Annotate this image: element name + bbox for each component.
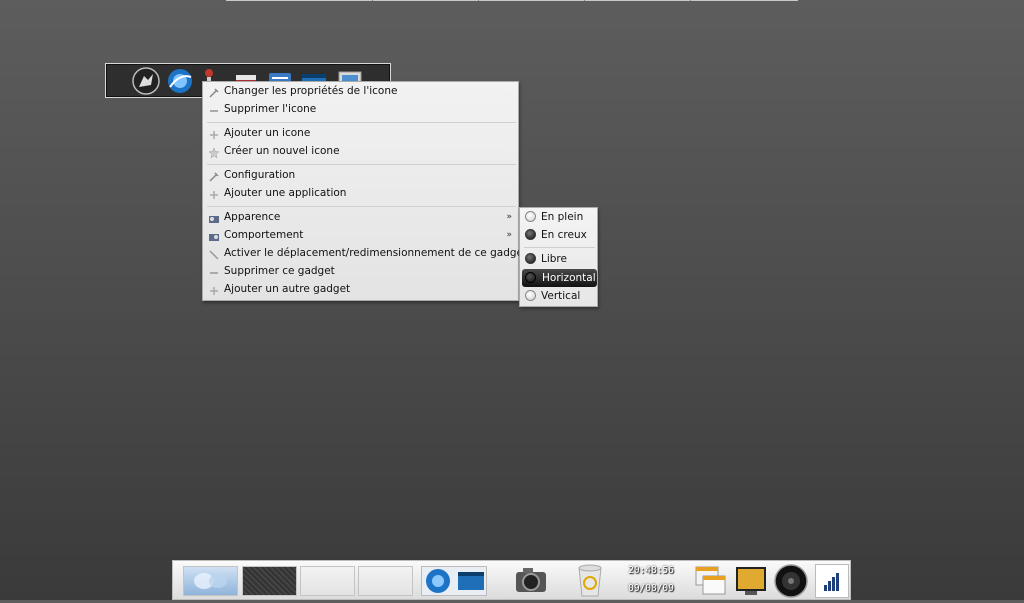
- bottom-dock: [172, 560, 851, 600]
- appearance-icon: [209, 212, 219, 223]
- menu-item-label: Apparence: [224, 211, 281, 223]
- desktop-switcher-4[interactable]: [358, 566, 413, 596]
- menu-item-add-application[interactable]: Ajouter une application: [203, 184, 518, 202]
- menu-separator: [207, 122, 516, 123]
- menu-item-add-icon[interactable]: Ajouter un icone: [203, 124, 518, 142]
- menu-item-label: Configuration: [224, 169, 296, 181]
- radio-checked-icon[interactable]: [525, 253, 536, 264]
- desktop-switcher-1[interactable]: [183, 566, 238, 596]
- menu-separator: [207, 206, 516, 207]
- menu-item-label: Comportement: [224, 229, 304, 241]
- remove-icon: [209, 104, 219, 114]
- menu-item-add-other-gadget[interactable]: Ajouter un autre gadget: [203, 280, 518, 298]
- network-signal-icon[interactable]: [815, 564, 849, 598]
- menu-item-create-icon[interactable]: Créer un nouvel icone: [203, 142, 518, 160]
- menu-item-label: Créer un nouvel icone: [224, 145, 340, 157]
- radio-unchecked-icon[interactable]: [525, 211, 536, 222]
- add-icon: [209, 284, 219, 295]
- menu-item-label: Ajouter un icone: [224, 127, 311, 139]
- clock-date: 09/08/09: [628, 583, 674, 594]
- submenu-item-horizontal[interactable]: Horizontal: [522, 269, 597, 287]
- menu-item-label: Ajouter un autre gadget: [224, 283, 351, 295]
- desktop-thumbnail-icon: [194, 573, 227, 589]
- submenu-arrow-icon: »: [506, 212, 512, 222]
- top-panel-edge: [226, 0, 798, 1]
- clock[interactable]: 20:48:56 09/08/09: [623, 562, 679, 598]
- wolf-app-icon[interactable]: [132, 67, 160, 95]
- desktop-monitor-icon[interactable]: [733, 564, 769, 602]
- menu-separator: [524, 247, 595, 248]
- submenu-item-label: Vertical: [541, 290, 581, 302]
- camera-icon[interactable]: [513, 563, 549, 601]
- menu-item-label: Changer les propriétés de l'icone: [224, 85, 398, 97]
- radio-checked-icon[interactable]: [525, 229, 536, 240]
- menu-item-behavior[interactable]: Comportement »: [203, 226, 518, 244]
- menu-item-label: Activer le déplacement/redimensionnement…: [224, 247, 528, 259]
- add-icon: [209, 188, 219, 199]
- radio-checked-icon[interactable]: [525, 272, 536, 283]
- menu-item-remove-icon[interactable]: Supprimer l'icone: [203, 100, 518, 118]
- clock-time: 20:48:56: [628, 565, 674, 576]
- speaker-icon[interactable]: [773, 563, 809, 603]
- radio-unchecked-icon[interactable]: [525, 290, 536, 301]
- menu-item-remove-gadget[interactable]: Supprimer ce gadget: [203, 262, 518, 280]
- menu-item-configuration[interactable]: Configuration: [203, 166, 518, 184]
- submenu-item-label: Horizontal: [542, 272, 596, 284]
- behavior-icon: [209, 230, 219, 241]
- move-icon: [209, 248, 219, 260]
- submenu-item-label: Libre: [541, 253, 567, 265]
- submenu-item-en-plein[interactable]: En plein: [520, 208, 597, 226]
- menu-item-appearance[interactable]: Apparence »: [203, 208, 518, 226]
- submenu-arrow-icon: »: [506, 230, 512, 240]
- submenu-item-label: En plein: [541, 211, 584, 223]
- remove-icon: [209, 266, 219, 276]
- menu-item-change-icon-properties[interactable]: Changer les propriétés de l'icone: [203, 82, 518, 100]
- menu-item-enable-move-resize[interactable]: Activer le déplacement/redimensionnement…: [203, 244, 527, 262]
- desktop-switcher-3[interactable]: [300, 566, 355, 596]
- appearance-submenu: En plein En creux Libre Horizontal Verti…: [519, 207, 598, 307]
- wrench-icon: [209, 86, 219, 98]
- context-menu: Changer les propriétés de l'icone Suppri…: [202, 81, 527, 301]
- taskbar-group[interactable]: [421, 566, 487, 596]
- trash-icon[interactable]: [574, 562, 606, 602]
- menu-item-label: Supprimer l'icone: [224, 103, 317, 115]
- submenu-item-libre[interactable]: Libre: [520, 250, 597, 268]
- wrench-icon: [209, 170, 219, 182]
- menu-separator: [207, 164, 516, 165]
- thunderbird-icon[interactable]: [166, 67, 194, 95]
- submenu-item-en-creux[interactable]: En creux: [520, 226, 597, 244]
- submenu-item-label: En creux: [541, 229, 587, 241]
- desktop-switcher-2[interactable]: [242, 566, 297, 596]
- star-icon: [208, 146, 220, 159]
- windows-icon[interactable]: [693, 564, 729, 602]
- add-icon: [209, 128, 219, 139]
- menu-item-label: Supprimer ce gadget: [224, 265, 335, 277]
- submenu-item-vertical[interactable]: Vertical: [520, 287, 597, 305]
- menu-item-label: Ajouter une application: [224, 187, 347, 199]
